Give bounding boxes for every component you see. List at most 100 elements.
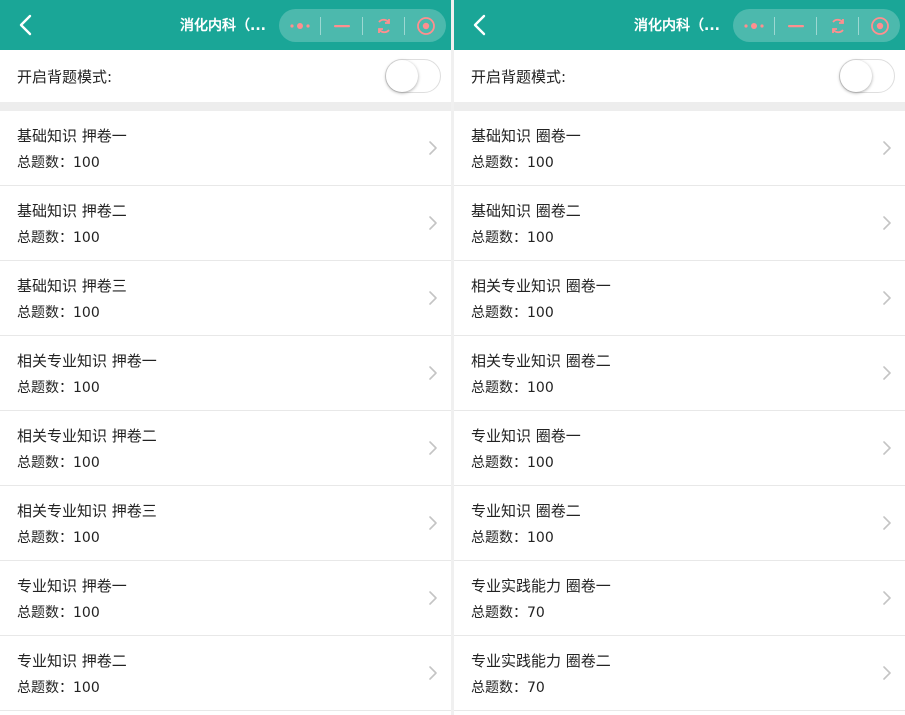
minimize-icon [333,24,350,27]
recite-mode-row: 开启背题模式: [454,50,905,102]
chevron-right-icon [429,516,437,530]
chevron-right-icon [429,441,437,455]
question-count: 总题数：100 [471,230,554,246]
refresh-button[interactable] [817,9,858,42]
exam-title: 专业知识 押卷二 [17,652,127,670]
question-count: 总题数：100 [17,305,100,321]
exam-list: 基础知识 圈卷一 总题数：100 基础知识 圈卷二 总题数：100 相关专业知识… [454,111,905,711]
split-screen: 消化内科（... 开启背题模式: 基础知识 押卷一 总题数：100 基础知识 押… [0,0,905,715]
question-count: 总题数：70 [471,605,545,621]
exam-title: 专业知识 押卷一 [17,577,127,595]
switch-knob [386,60,418,92]
list-item[interactable]: 相关专业知识 押卷三 总题数：100 [0,486,451,561]
chevron-right-icon [429,216,437,230]
chevron-right-icon [883,666,891,680]
chevron-right-icon [883,216,891,230]
list-item[interactable]: 专业知识 圈卷一 总题数：100 [454,411,905,486]
list-item[interactable]: 相关专业知识 押卷一 总题数：100 [0,336,451,411]
exam-title: 基础知识 押卷一 [17,127,127,145]
chevron-right-icon [883,441,891,455]
more-dots-icon [743,22,764,29]
list-item[interactable]: 基础知识 圈卷一 总题数：100 [454,111,905,186]
close-circle-icon [870,16,889,35]
chevron-right-icon [883,591,891,605]
list-item[interactable]: 基础知识 押卷一 总题数：100 [0,111,451,186]
minimize-icon [787,24,804,27]
list-item[interactable]: 专业知识 押卷一 总题数：100 [0,561,451,636]
chevron-right-icon [429,291,437,305]
section-divider [454,102,905,111]
more-button[interactable] [733,9,774,42]
exam-list: 基础知识 押卷一 总题数：100 基础知识 押卷二 总题数：100 基础知识 押… [0,111,451,711]
recite-mode-switch[interactable] [839,59,895,93]
switch-knob [840,60,872,92]
exam-title: 相关专业知识 押卷二 [17,427,157,445]
list-item[interactable]: 基础知识 圈卷二 总题数：100 [454,186,905,261]
list-item[interactable]: 专业知识 押卷二 总题数：100 [0,636,451,711]
more-dots-icon [289,22,310,29]
exam-title: 基础知识 圈卷二 [471,202,581,220]
question-count: 总题数：100 [17,455,100,471]
exam-title: 相关专业知识 圈卷二 [471,352,611,370]
question-count: 总题数：100 [471,155,554,171]
chevron-right-icon [429,366,437,380]
mini-program-capsule [733,9,900,42]
exam-title: 专业实践能力 圈卷一 [471,577,611,595]
list-item[interactable]: 相关专业知识 圈卷一 总题数：100 [454,261,905,336]
list-item[interactable]: 专业知识 圈卷二 总题数：100 [454,486,905,561]
back-arrow-icon[interactable] [468,12,492,38]
close-circle-icon [416,16,435,35]
question-count: 总题数：70 [471,680,545,696]
chevron-right-icon [883,366,891,380]
refresh-button[interactable] [363,9,404,42]
exam-title: 基础知识 押卷二 [17,202,127,220]
refresh-icon [377,18,390,33]
page-title: 消化内科（... [634,18,720,34]
back-arrow-icon[interactable] [14,12,38,38]
list-item[interactable]: 相关专业知识 押卷二 总题数：100 [0,411,451,486]
exam-title: 专业实践能力 圈卷二 [471,652,611,670]
question-count: 总题数：100 [17,680,100,696]
chevron-right-icon [883,516,891,530]
recite-mode-label: 开启背题模式: [17,67,113,86]
exam-title: 相关专业知识 圈卷一 [471,277,611,295]
chevron-right-icon [429,141,437,155]
question-count: 总题数：100 [471,530,554,546]
chevron-right-icon [883,141,891,155]
exam-title: 专业知识 圈卷二 [471,502,581,520]
page-title: 消化内科（... [180,18,266,34]
right-panel: 消化内科（... 开启背题模式: 基础知识 圈卷一 总题数：100 基础知识 圈… [454,0,905,715]
chevron-right-icon [883,291,891,305]
exam-title: 专业知识 圈卷一 [471,427,581,445]
more-button[interactable] [279,9,320,42]
recite-mode-row: 开启背题模式: [0,50,451,102]
list-item[interactable]: 专业实践能力 圈卷一 总题数：70 [454,561,905,636]
question-count: 总题数：100 [471,455,554,471]
question-count: 总题数：100 [471,305,554,321]
exam-title: 基础知识 押卷三 [17,277,127,295]
recite-mode-switch[interactable] [385,59,441,93]
nav-header: 消化内科（... [0,0,451,50]
minimize-button[interactable] [321,9,362,42]
left-panel: 消化内科（... 开启背题模式: 基础知识 押卷一 总题数：100 基础知识 押… [0,0,451,715]
mini-program-capsule [279,9,446,42]
close-button[interactable] [859,9,900,42]
nav-header: 消化内科（... [454,0,905,50]
chevron-right-icon [429,591,437,605]
question-count: 总题数：100 [17,230,100,246]
question-count: 总题数：100 [17,530,100,546]
question-count: 总题数：100 [17,380,100,396]
list-item[interactable]: 相关专业知识 圈卷二 总题数：100 [454,336,905,411]
section-divider [0,102,451,111]
chevron-right-icon [429,666,437,680]
recite-mode-label: 开启背题模式: [471,67,567,86]
question-count: 总题数：100 [17,155,100,171]
list-item[interactable]: 基础知识 押卷二 总题数：100 [0,186,451,261]
exam-title: 相关专业知识 押卷三 [17,502,157,520]
question-count: 总题数：100 [471,380,554,396]
close-button[interactable] [405,9,446,42]
exam-title: 相关专业知识 押卷一 [17,352,157,370]
list-item[interactable]: 专业实践能力 圈卷二 总题数：70 [454,636,905,711]
list-item[interactable]: 基础知识 押卷三 总题数：100 [0,261,451,336]
minimize-button[interactable] [775,9,816,42]
